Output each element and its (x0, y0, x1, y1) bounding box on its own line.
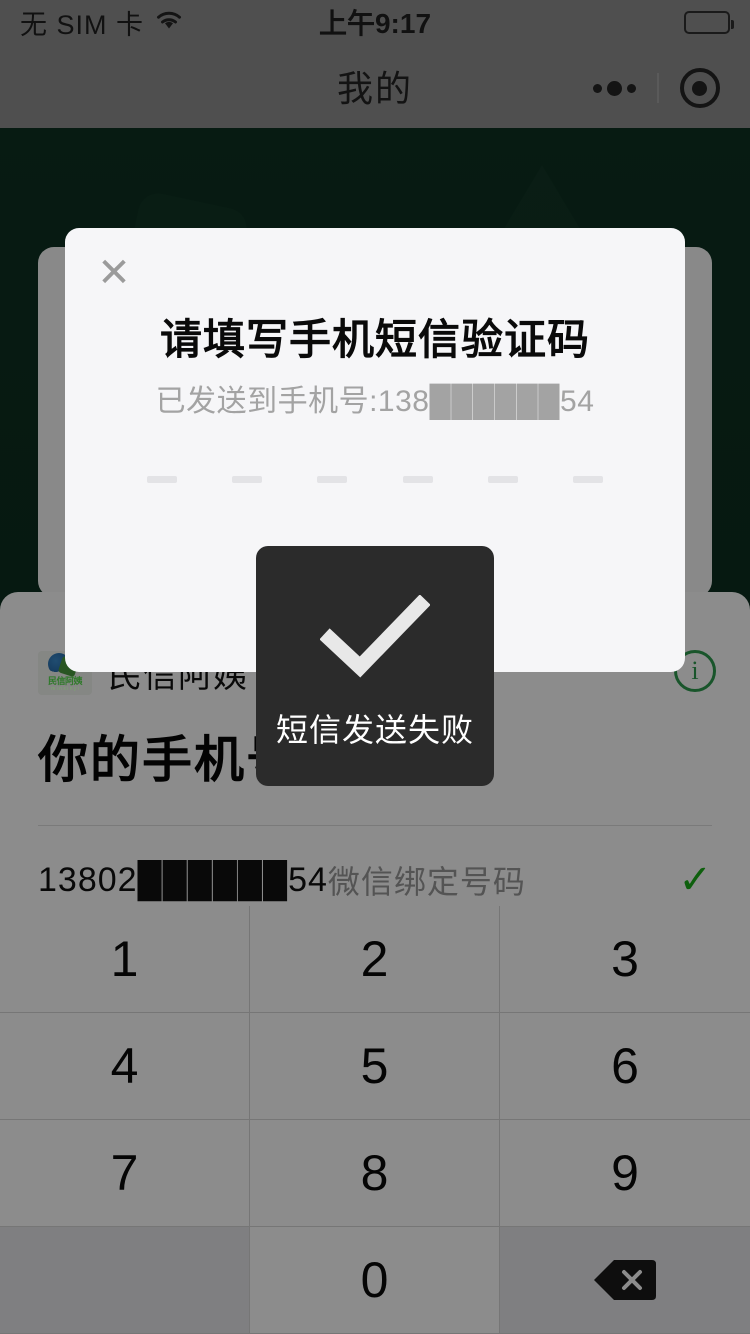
code-slot-1[interactable] (147, 476, 177, 483)
page-title: 我的 (336, 68, 413, 109)
status-right (684, 10, 734, 34)
modal-title: 请填写手机短信验证码 (159, 316, 590, 363)
target-circle-icon[interactable] (679, 68, 720, 108)
more-dots-icon[interactable] (592, 80, 636, 96)
phone-screen: 民信阿姨 m i n x i n y i 民信阿姨 申请使用 i 你的手机号码 … (0, 0, 750, 1334)
miniprogram-capsule[interactable] (582, 62, 730, 114)
capsule-divider (656, 73, 659, 103)
modal-subtitle: 已发送到手机号:138██████54 (155, 385, 595, 418)
toast-text: 短信发送失败 (275, 712, 474, 748)
checkmark-icon (319, 594, 431, 679)
battery-icon (684, 10, 734, 34)
code-slot-4[interactable] (402, 476, 433, 483)
code-slot-3[interactable] (317, 476, 348, 483)
status-left: 无 SIM 卡 (20, 3, 184, 42)
close-x-icon[interactable]: ✕ (91, 250, 137, 296)
code-slot-2[interactable] (232, 476, 263, 483)
status-bar: 无 SIM 卡 上午9:17 (0, 0, 750, 44)
brand-logo-title: 民信阿姨 (47, 675, 83, 686)
carrier-label: 无 SIM 卡 (20, 9, 145, 40)
brand-logo-sub: m i n x i n y i (51, 685, 79, 692)
code-slot-6[interactable] (572, 476, 603, 483)
toast-message: 短信发送失败 (256, 546, 494, 786)
wifi-icon (154, 7, 184, 38)
code-slot-5[interactable] (487, 476, 518, 483)
code-input[interactable] (147, 476, 603, 483)
nav-bar: 我的 (0, 44, 750, 128)
